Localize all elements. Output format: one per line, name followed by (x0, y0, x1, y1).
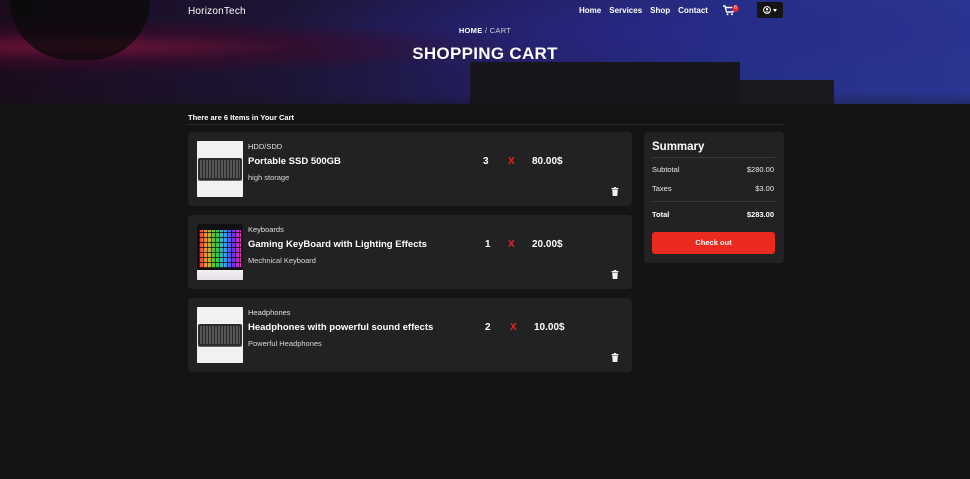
product-description: high storage (248, 173, 290, 182)
checkout-button[interactable]: Check out (652, 232, 775, 254)
total-label: Total (652, 210, 670, 219)
product-image[interactable] (197, 141, 243, 197)
product-description: Mechnical Keyboard (248, 256, 316, 265)
page-title: SHOPPING CART (412, 44, 558, 63)
cart-count-badge: 6 (732, 5, 739, 12)
product-description: Powerful Headphones (248, 339, 322, 348)
chevron-down-icon (773, 8, 777, 12)
product-quantity: 3 (483, 156, 489, 167)
product-price: 10.00$ (534, 322, 565, 333)
nav-link-services[interactable]: Services (609, 6, 642, 15)
product-category: Headphones (248, 308, 291, 317)
product-name[interactable]: Headphones with powerful sound effects (248, 322, 433, 333)
nav-link-home[interactable]: Home (579, 6, 601, 15)
user-circle-icon (763, 6, 771, 14)
product-image[interactable] (197, 307, 243, 363)
taxes-value: $3.00 (755, 184, 774, 193)
user-menu-button[interactable] (757, 2, 783, 18)
keyboard-image (198, 324, 242, 346)
trash-icon[interactable] (611, 270, 619, 279)
subtotal-row: Subtotal $280.00 (652, 165, 774, 174)
subtotal-label: Subtotal (652, 165, 680, 174)
cart-button[interactable]: 6 (723, 5, 739, 17)
trash-icon[interactable] (611, 353, 619, 362)
trash-icon[interactable] (611, 187, 619, 196)
multiply-sign: X (508, 239, 515, 250)
multiply-sign: X (508, 156, 515, 167)
product-name[interactable]: Portable SSD 500GB (248, 156, 341, 167)
total-row: Total $283.00 (652, 210, 774, 219)
main-nav: Home Services Shop Contact (579, 6, 716, 15)
taxes-row: Taxes $3.00 (652, 184, 774, 193)
taxes-label: Taxes (652, 184, 672, 193)
cart-items-count: There are 6 Items in Your Cart (188, 113, 295, 122)
rgb-keyboard-image (197, 224, 243, 280)
breadcrumb-home[interactable]: HOME (459, 26, 483, 35)
keyboard-image (198, 158, 242, 180)
product-category: Keyboards (248, 225, 284, 234)
total-value: $283.00 (746, 210, 774, 219)
cart-item: Keyboards Gaming KeyBoard with Lighting … (188, 215, 632, 289)
nav-link-contact[interactable]: Contact (678, 6, 708, 15)
multiply-sign: X (510, 322, 517, 333)
breadcrumb-current: CART (489, 26, 512, 35)
product-quantity: 2 (485, 322, 491, 333)
divider (652, 157, 775, 158)
hero-fade (0, 92, 970, 104)
summary-title: Summary (652, 141, 705, 153)
product-quantity: 1 (485, 239, 491, 250)
brand-logo[interactable]: HorizonTech (188, 6, 246, 17)
product-name[interactable]: Gaming KeyBoard with Lighting Effects (248, 239, 427, 250)
nav-link-shop[interactable]: Shop (650, 6, 670, 15)
divider (188, 124, 784, 125)
breadcrumb-separator: / (482, 26, 490, 35)
product-image[interactable] (197, 224, 243, 280)
divider (652, 201, 775, 202)
subtotal-value: $280.00 (746, 165, 774, 174)
product-price: 80.00$ (532, 156, 563, 167)
cart-item: Headphones Headphones with powerful soun… (188, 298, 632, 372)
breadcrumb: HOME / CART (0, 26, 970, 35)
product-category: HDD/SDD (248, 142, 283, 151)
order-summary: Summary Subtotal $280.00 Taxes $3.00 Tot… (644, 132, 784, 263)
product-price: 20.00$ (532, 239, 563, 250)
cart-item: HDD/SDD Portable SSD 500GB high storage … (188, 132, 632, 206)
